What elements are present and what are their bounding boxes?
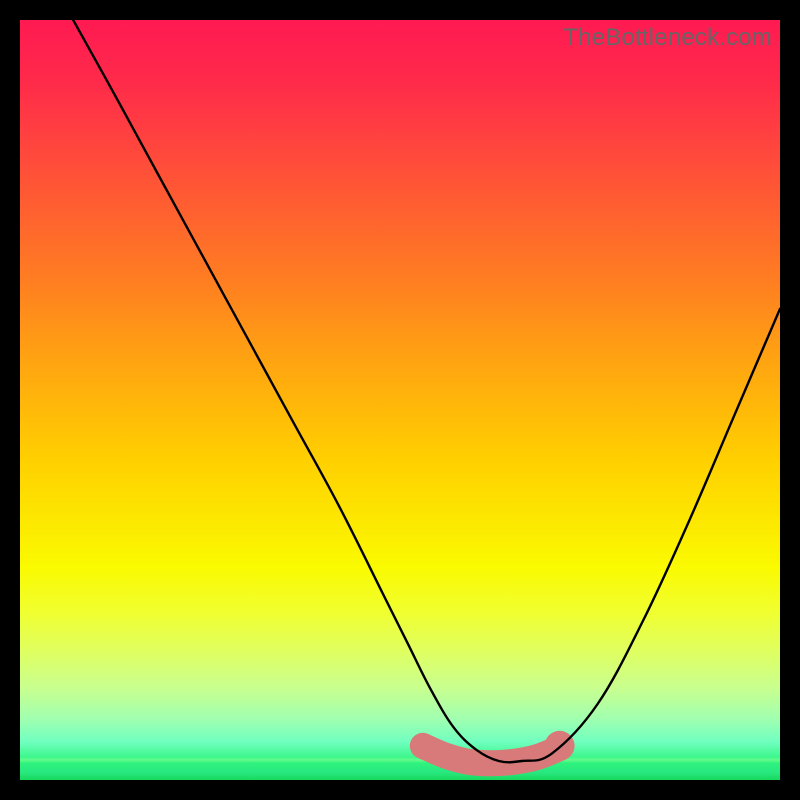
plot-area: TheBottleneck.com [20,20,780,780]
bottleneck-curve [73,20,780,762]
chart-svg [20,20,780,780]
